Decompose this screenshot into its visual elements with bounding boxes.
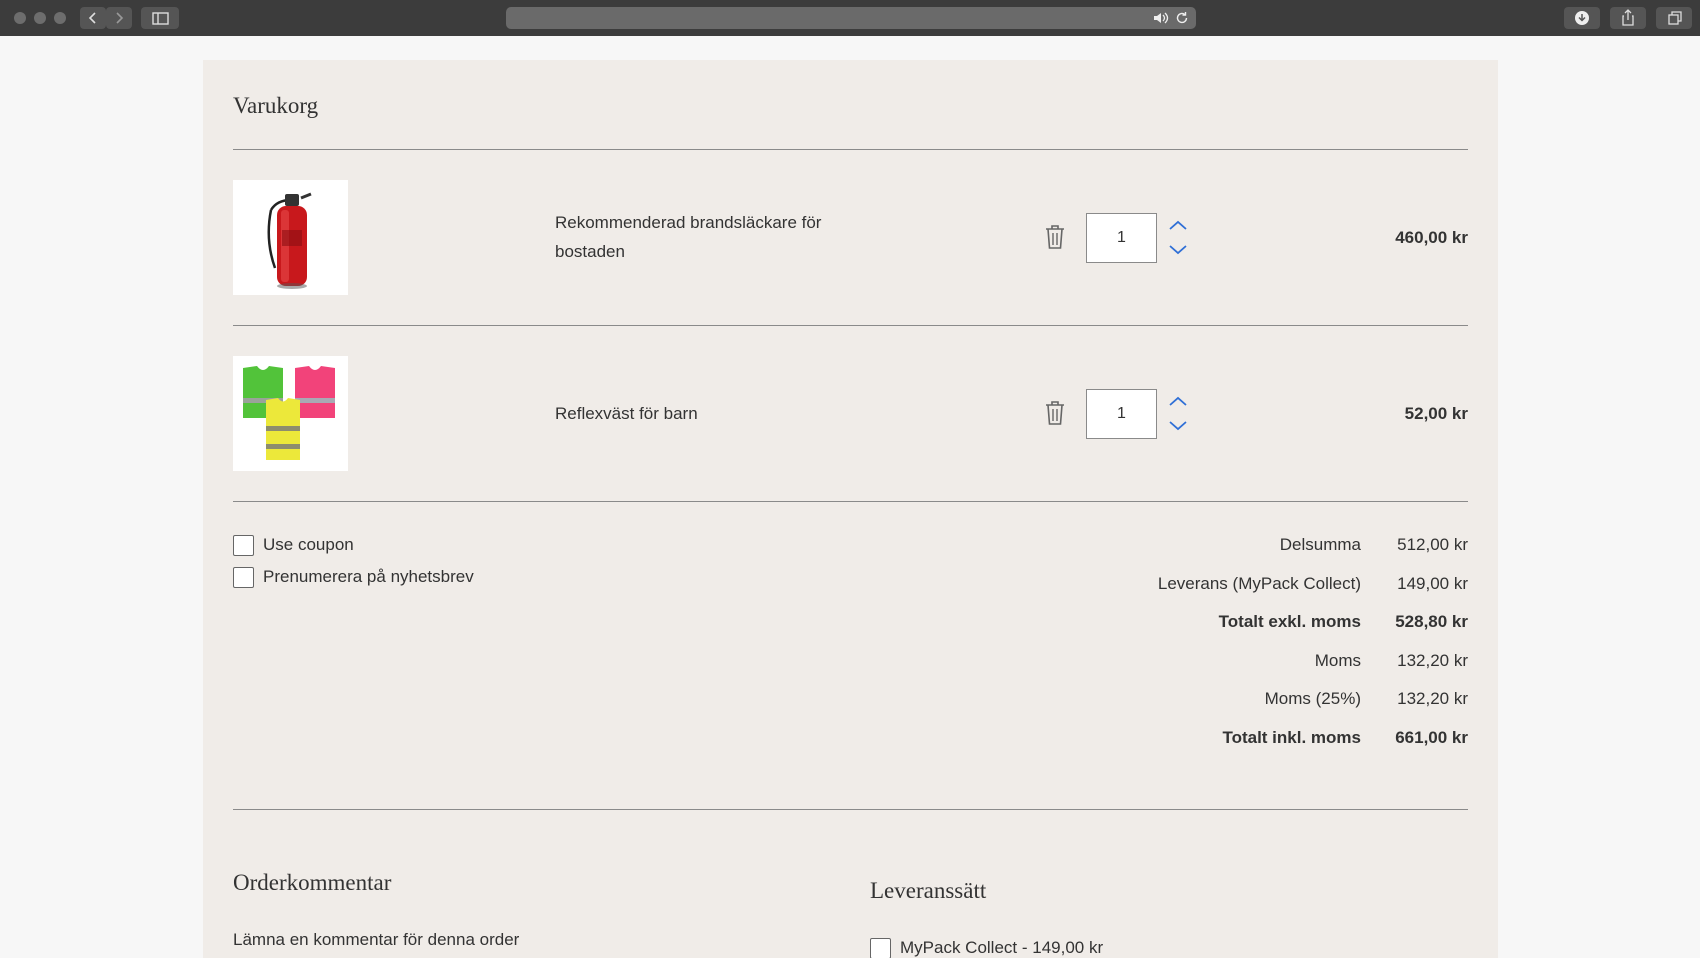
- sidebar-icon: [152, 12, 169, 25]
- tabs-icon: [1668, 11, 1682, 25]
- newsletter-label[interactable]: Prenumerera på nyhetsbrev: [263, 567, 474, 587]
- reflective-vests-icon: [243, 366, 335, 460]
- divider: [233, 809, 1468, 810]
- share-icon: [1622, 9, 1634, 26]
- quantity-stepper[interactable]: [1166, 394, 1190, 434]
- summary-value: 132,20 kr: [1397, 689, 1468, 708]
- trash-icon[interactable]: [1043, 399, 1067, 427]
- summary-label: Moms: [1314, 651, 1361, 670]
- browser-toolbar: [0, 0, 1700, 36]
- address-bar[interactable]: [506, 7, 1196, 29]
- forward-button[interactable]: [106, 7, 132, 29]
- quantity-input[interactable]: 1: [1086, 389, 1157, 439]
- summary-label: Delsumma: [1279, 535, 1361, 554]
- trash-icon[interactable]: [1043, 223, 1067, 251]
- cart-panel: Varukorg Rekommenderad brandsläckare för…: [203, 60, 1498, 958]
- divider: [233, 149, 1468, 150]
- downloads-button[interactable]: [1564, 7, 1600, 29]
- summary-value: 512,00 kr: [1397, 535, 1468, 554]
- window-minimize-dot[interactable]: [34, 12, 46, 24]
- shipping-title: Leveranssätt: [870, 878, 987, 903]
- chevron-down-icon[interactable]: [1169, 245, 1187, 255]
- divider: [233, 501, 1468, 502]
- chevron-up-icon[interactable]: [1169, 220, 1187, 230]
- summary-value: 661,00 kr: [1395, 728, 1468, 747]
- window-zoom-dot[interactable]: [54, 12, 66, 24]
- order-comment-prompt: Lämna en kommentar för denna order: [233, 930, 520, 949]
- product-image-fire-extinguisher[interactable]: [233, 180, 348, 295]
- tabs-button[interactable]: [1656, 7, 1692, 29]
- window-close-dot[interactable]: [14, 12, 26, 24]
- newsletter-checkbox[interactable]: [233, 567, 254, 588]
- reload-icon[interactable]: [1174, 10, 1190, 26]
- quantity-stepper[interactable]: [1166, 218, 1190, 258]
- chevron-left-icon: [88, 12, 96, 24]
- chevron-right-icon: [116, 12, 124, 24]
- summary-value: 528,80 kr: [1395, 612, 1468, 631]
- item-price: 52,00 kr: [1404, 404, 1468, 423]
- summary-value: 132,20 kr: [1397, 651, 1468, 670]
- summary-value: 149,00 kr: [1397, 574, 1468, 593]
- cart-title: Varukorg: [233, 93, 319, 118]
- product-name[interactable]: Reflexväst för barn: [555, 399, 855, 428]
- sidebar-toggle-button[interactable]: [141, 7, 179, 29]
- speaker-icon[interactable]: [1152, 10, 1170, 26]
- use-coupon-checkbox[interactable]: [233, 535, 254, 556]
- shipping-option-label[interactable]: MyPack Collect - 149,00 kr: [900, 938, 1103, 958]
- summary-label: Totalt exkl. moms: [1218, 612, 1361, 631]
- order-comment-title: Orderkommentar: [233, 870, 392, 895]
- product-name[interactable]: Rekommenderad brandsläckare för bostaden: [555, 208, 855, 266]
- use-coupon-label[interactable]: Use coupon: [263, 535, 354, 555]
- chevron-down-icon[interactable]: [1169, 421, 1187, 431]
- product-image-reflective-vests[interactable]: [233, 356, 348, 471]
- summary-label: Moms (25%): [1264, 689, 1361, 708]
- summary-label: Totalt inkl. moms: [1222, 728, 1361, 747]
- summary-label: Leverans (MyPack Collect): [1157, 574, 1361, 593]
- fire-extinguisher-icon: [267, 192, 312, 289]
- chevron-up-icon[interactable]: [1169, 396, 1187, 406]
- divider: [233, 325, 1468, 326]
- share-button[interactable]: [1610, 7, 1646, 29]
- back-button[interactable]: [80, 7, 106, 29]
- download-icon: [1575, 11, 1589, 25]
- shipping-option-checkbox[interactable]: [870, 938, 891, 958]
- item-price: 460,00 kr: [1395, 228, 1468, 247]
- quantity-input[interactable]: 1: [1086, 213, 1157, 263]
